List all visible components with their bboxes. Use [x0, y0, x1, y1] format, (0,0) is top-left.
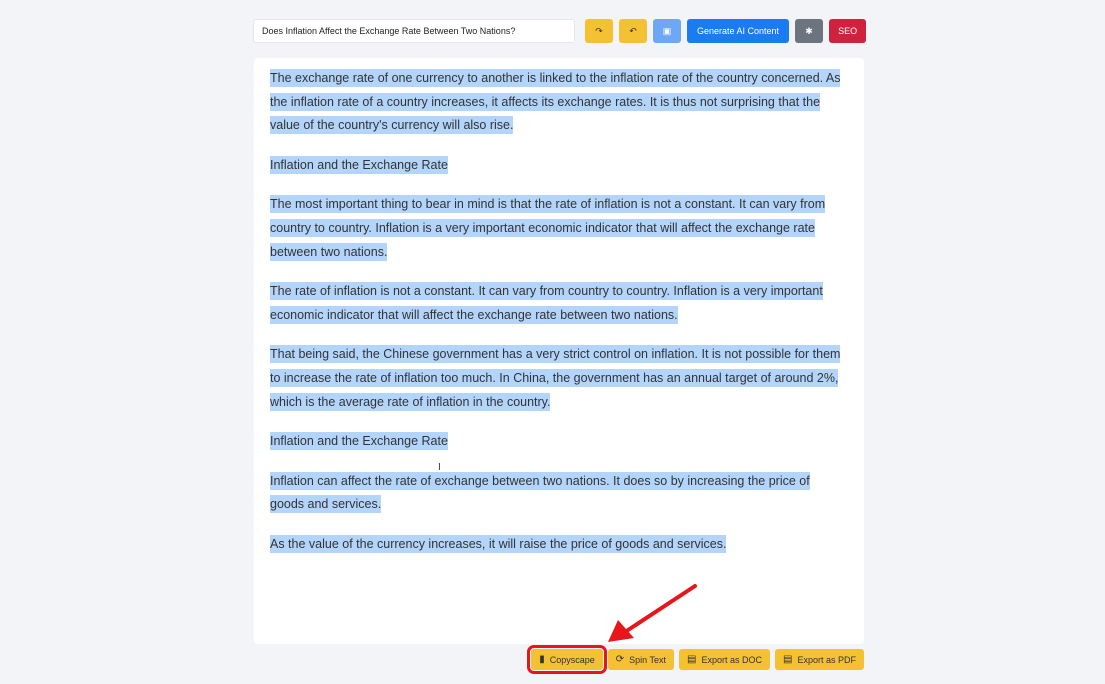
paragraph-text: The exchange rate of one currency to ano… [270, 69, 841, 135]
export-doc-button[interactable]: ▤ Export as DOC [679, 649, 771, 670]
doc-label: Export as DOC [701, 654, 763, 665]
editor-content[interactable]: The exchange rate of one currency to ano… [270, 67, 845, 573]
subheading: Inflation and the Exchange Rate [270, 430, 845, 454]
toolbar: ↷ ↶ ▣ Generate AI Content ✱ SEO [253, 19, 867, 43]
bottom-actions: ▮ Copyscape ⟳ Spin Text ▤ Export as DOC ▤ Ex… [527, 645, 864, 674]
export-pdf-button[interactable]: ▤ Export as PDF [775, 649, 864, 670]
save-icon: ▣ [662, 25, 672, 36]
redo-icon: ↷ [595, 25, 603, 36]
settings-button[interactable]: ✱ [795, 19, 824, 43]
subheading: Inflation and the Exchange Rate [270, 154, 845, 178]
generate-ai-content-button[interactable]: Generate AI Content [687, 19, 790, 43]
paragraph: The most important thing to bear in mind… [270, 193, 845, 264]
file-word-icon: ▤ [687, 654, 697, 665]
paragraph-text: The rate of inflation is not a constant.… [270, 282, 823, 324]
sync-icon: ⟳ [615, 654, 625, 665]
spin-text-button[interactable]: ⟳ Spin Text [607, 649, 675, 670]
clipboard-icon: ▮ [539, 654, 545, 665]
paragraph: As the value of the currency increases, … [270, 533, 845, 557]
paragraph: The exchange rate of one currency to ano… [270, 67, 845, 138]
copyscape-label: Copyscape [549, 654, 595, 665]
seo-button[interactable]: SEO [829, 19, 867, 43]
text-cursor-icon: I [438, 462, 441, 473]
text-editor[interactable]: The exchange rate of one currency to ano… [254, 58, 864, 644]
gear-icon: ✱ [805, 25, 813, 36]
title-input[interactable] [253, 19, 575, 43]
copyscape-button[interactable]: ▮ Copyscape [527, 645, 607, 674]
paragraph: That being said, the Chinese government … [270, 343, 845, 414]
save-button[interactable]: ▣ [653, 19, 681, 43]
undo-icon: ↶ [629, 25, 637, 36]
paragraph-text: As the value of the currency increases, … [270, 534, 727, 553]
paragraph: The rate of inflation is not a constant.… [270, 280, 845, 327]
file-pdf-icon: ▤ [783, 654, 793, 665]
paragraph-text: The most important thing to bear in mind… [270, 195, 826, 261]
paragraph: Inflation can affect the rate of exchang… [270, 470, 845, 517]
subheading-text: Inflation and the Exchange Rate [270, 432, 448, 451]
paragraph-text: Inflation can affect the rate of exchang… [270, 471, 810, 514]
spin-label: Spin Text [629, 654, 667, 665]
undo-button[interactable]: ↶ [619, 19, 647, 43]
redo-button[interactable]: ↷ [585, 19, 613, 43]
pdf-label: Export as PDF [797, 654, 856, 665]
subheading-text: Inflation and the Exchange Rate [270, 155, 448, 174]
paragraph-text: That being said, the Chinese government … [270, 345, 841, 411]
